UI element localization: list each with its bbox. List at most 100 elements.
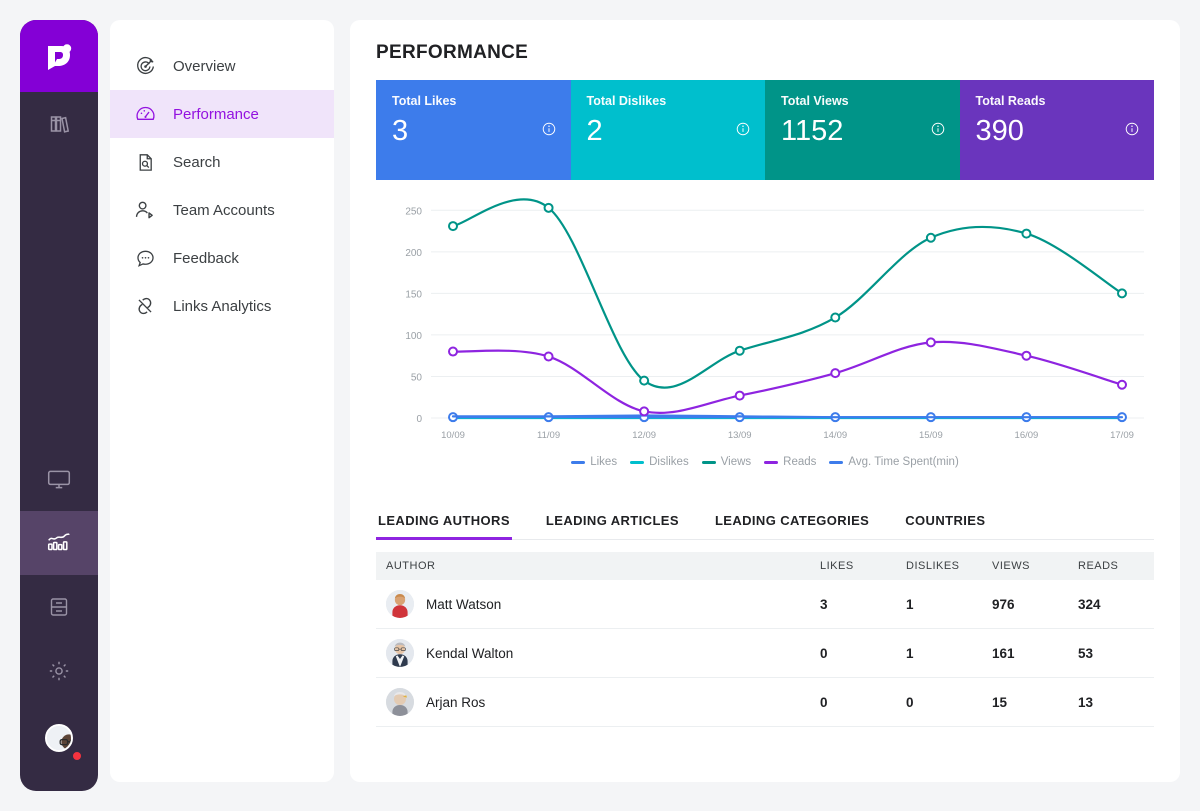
gear-settings-icon (49, 661, 69, 681)
svg-text:13/09: 13/09 (728, 430, 752, 441)
main-content: PERFORMANCE Total Likes 3 Total Dislikes… (350, 20, 1180, 782)
rail-item-analytics[interactable] (20, 511, 98, 575)
tab-leading-authors[interactable]: LEADING AUTHORS (376, 507, 512, 540)
column-header-reads[interactable]: READS (1068, 552, 1154, 580)
cell-dislikes: 0 (896, 677, 982, 727)
cell-dislikes: 1 (896, 580, 982, 629)
author-name: Arjan Ros (426, 694, 486, 710)
avatar (386, 639, 414, 667)
sidebar-item-label: Overview (173, 57, 236, 75)
svg-text:150: 150 (405, 289, 422, 300)
legend-item[interactable]: Reads (764, 456, 816, 468)
cell-views: 15 (982, 677, 1068, 727)
tab-leading-articles[interactable]: LEADING ARTICLES (544, 507, 681, 540)
document-search-icon (133, 150, 157, 174)
svg-text:17/09: 17/09 (1110, 430, 1134, 441)
sidebar-item-search[interactable]: Search (110, 138, 334, 186)
column-header-dislikes[interactable]: DISLIKES (896, 552, 982, 580)
table-header: AUTHOR LIKES DISLIKES VIEWS READS (376, 552, 1154, 580)
svg-text:100: 100 (405, 331, 422, 342)
chat-bubble-icon (133, 246, 157, 270)
info-circle-icon[interactable] (736, 122, 750, 136)
page-title: PERFORMANCE (376, 42, 529, 63)
kpi-label: Total Reads (975, 94, 1046, 108)
kpi-card-total-likes[interactable]: Total Likes 3 (376, 80, 571, 180)
sidebar-item-links-analytics[interactable]: Links Analytics (110, 282, 334, 330)
rail-item-archive[interactable] (20, 575, 98, 639)
legend-item[interactable]: Views (701, 456, 752, 468)
svg-text:200: 200 (405, 248, 422, 259)
rail-item-settings[interactable] (20, 639, 98, 703)
tab-leading-categories[interactable]: LEADING CATEGORIES (713, 507, 871, 540)
cell-views: 161 (982, 628, 1068, 678)
info-circle-icon[interactable] (542, 122, 556, 136)
rail-avatar[interactable] (20, 703, 98, 773)
rail-item-library[interactable] (20, 92, 98, 156)
table-row[interactable]: Matt Watson 3 1 976 324 (376, 580, 1154, 629)
legend-swatch-icon (701, 460, 716, 464)
cell-reads: 324 (1068, 580, 1154, 629)
brand-logo[interactable] (20, 20, 98, 92)
avatar-photo-icon (47, 726, 71, 750)
table-row[interactable]: Kendal Walton 0 1 161 53 (376, 628, 1154, 678)
performance-line-chart: 0 50 100 150 200 250 10/09 11/09 12/09 13/09 14/09… (376, 190, 1154, 495)
legend-label: Views (720, 456, 752, 468)
chart-canvas: 0 50 100 150 200 250 10/09 11/09 12/09 13/09 14/09… (405, 198, 1144, 441)
kpi-card-total-reads[interactable]: Total Reads 390 (959, 80, 1154, 180)
sidebar-item-performance[interactable]: Performance (110, 90, 334, 138)
cell-reads: 13 (1068, 677, 1154, 727)
cell-reads: 53 (1068, 628, 1154, 678)
author-name: Matt Watson (426, 596, 502, 612)
tab-countries[interactable]: COUNTRIES (903, 507, 987, 540)
legend-label: Dislikes (649, 456, 689, 468)
table-row[interactable]: Arjan Ros 0 0 15 13 (376, 677, 1154, 727)
person-tag-icon (133, 198, 157, 222)
analytics-chart-icon (47, 533, 70, 551)
avatar-photo-icon (386, 688, 414, 716)
avatar (45, 724, 73, 752)
table-header-row: AUTHOR LIKES DISLIKES VIEWS READS (376, 552, 1154, 580)
legend-item[interactable]: Likes (571, 456, 617, 468)
broken-link-icon (133, 294, 157, 318)
svg-text:12/09: 12/09 (632, 430, 656, 441)
kpi-card-total-views[interactable]: Total Views 1152 (765, 80, 960, 180)
svg-text:250: 250 (405, 206, 422, 217)
sidebar-nav: Overview Performance Search Team Account… (110, 20, 334, 782)
cell-author: Kendal Walton (376, 628, 810, 678)
table-tabs: LEADING AUTHORS LEADING ARTICLES LEADING… (376, 507, 1154, 540)
sidebar-item-feedback[interactable]: Feedback (110, 234, 334, 282)
kpi-label: Total Views (781, 94, 849, 108)
kpi-card-total-dislikes[interactable]: Total Dislikes 2 (570, 80, 765, 180)
svg-text:10/09: 10/09 (441, 430, 465, 441)
books-library-icon (50, 116, 70, 133)
svg-text:14/09: 14/09 (823, 430, 847, 441)
brand-logo-icon (48, 44, 72, 70)
rail-item-monitor[interactable] (20, 447, 98, 511)
legend-swatch-icon (764, 460, 779, 464)
sidebar-item-team-accounts[interactable]: Team Accounts (110, 186, 334, 234)
svg-text:15/09: 15/09 (919, 430, 943, 441)
rail-top-group (20, 92, 98, 156)
sidebar-item-label: Search (173, 153, 221, 171)
info-circle-icon[interactable] (1125, 122, 1139, 136)
column-header-views[interactable]: VIEWS (982, 552, 1068, 580)
avatar-photo-icon (386, 639, 414, 667)
sidebar-item-label: Feedback (173, 249, 239, 267)
sidebar-item-overview[interactable]: Overview (110, 42, 334, 90)
cell-author: Matt Watson (376, 580, 810, 629)
svg-text:0: 0 (416, 414, 422, 425)
legend-item[interactable]: Dislikes (630, 456, 689, 468)
kpi-value: 1152 (781, 115, 844, 147)
sidebar-item-label: Links Analytics (173, 297, 272, 315)
column-header-likes[interactable]: LIKES (810, 552, 896, 580)
author-name: Kendal Walton (426, 645, 514, 661)
cell-likes: 0 (810, 628, 896, 678)
column-header-author[interactable]: AUTHOR (376, 552, 810, 580)
rail-bottom-group (20, 447, 98, 791)
svg-text:16/09: 16/09 (1015, 430, 1039, 441)
info-circle-icon[interactable] (931, 122, 945, 136)
kpi-value: 2 (586, 115, 603, 147)
cell-views: 976 (982, 580, 1068, 629)
legend-item[interactable]: Avg. Time Spent(min) (829, 456, 959, 468)
cell-likes: 0 (810, 677, 896, 727)
